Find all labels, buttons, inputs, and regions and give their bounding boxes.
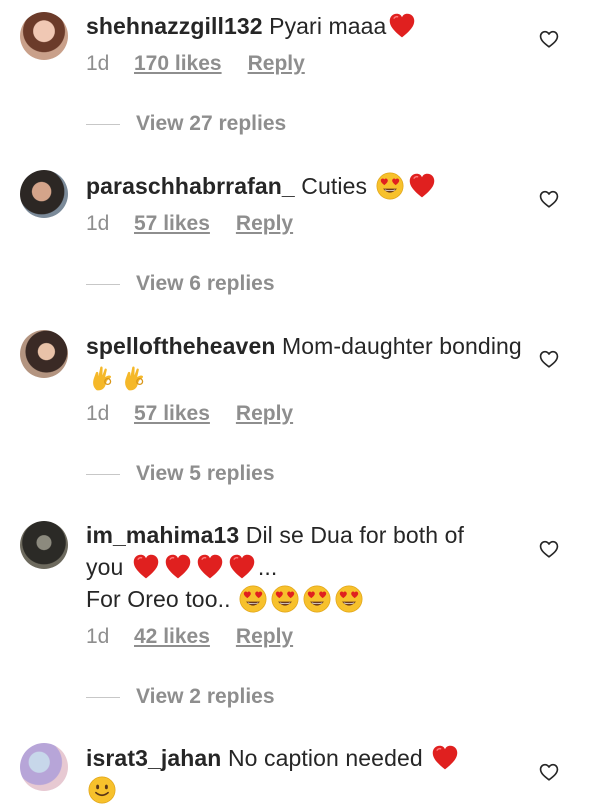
comment-time: 1d — [86, 625, 110, 648]
comment-meta: 1d 57 likes Reply — [86, 212, 293, 236]
heart-eyes-emoji — [239, 585, 267, 613]
comment-meta: 1d 57 likes Reply — [86, 402, 293, 426]
likes-link[interactable]: 57 likes — [134, 212, 210, 236]
heart-outline-icon[interactable] — [538, 761, 560, 783]
view-replies-label: View 6 replies — [136, 272, 275, 295]
reply-button[interactable]: Reply — [236, 402, 293, 426]
ok-hand-emoji — [120, 364, 148, 392]
heart-outline-icon[interactable] — [538, 28, 560, 50]
heart-outline-icon[interactable] — [538, 348, 560, 370]
red-heart-emoji — [132, 553, 160, 581]
reply-button[interactable]: Reply — [248, 52, 305, 76]
divider-line — [86, 123, 120, 125]
comment-body: Cuties — [301, 173, 368, 199]
red-heart-emoji — [408, 172, 436, 200]
view-replies-button[interactable]: View 27 replies — [86, 112, 286, 136]
comment-text: im_mahima13 Dil se Dua for both of you .… — [86, 519, 526, 615]
comment-body: No caption needed — [227, 745, 423, 771]
view-replies-button[interactable]: View 5 replies — [86, 462, 275, 486]
comment-meta: 1d 42 likes Reply — [86, 625, 293, 649]
avatar[interactable] — [20, 330, 68, 378]
comment-username[interactable]: spelloftheheaven — [86, 333, 276, 359]
heart-eyes-emoji — [376, 172, 404, 200]
avatar[interactable] — [20, 170, 68, 218]
view-replies-label: View 27 replies — [136, 112, 287, 135]
comment-body: Mom-daughter bonding — [282, 333, 522, 359]
likes-link[interactable]: 170 likes — [134, 52, 222, 76]
heart-eyes-emoji — [271, 585, 299, 613]
heart-eyes-emoji — [303, 585, 331, 613]
heart-outline-icon[interactable] — [538, 538, 560, 560]
comment-username[interactable]: israt3_jahan — [86, 745, 221, 771]
comment-meta: 1d 170 likes Reply — [86, 52, 305, 76]
heart-eyes-emoji — [335, 585, 363, 613]
reply-button[interactable]: Reply — [236, 625, 293, 649]
comment-time: 1d — [86, 212, 110, 235]
comment-body: ... — [257, 554, 278, 580]
comment-text: israt3_jahan No caption needed — [86, 742, 526, 806]
view-replies-label: View 2 replies — [136, 685, 275, 708]
divider-line — [86, 473, 120, 475]
avatar[interactable] — [20, 12, 68, 60]
red-heart-emoji — [431, 744, 459, 772]
avatar[interactable] — [20, 521, 68, 569]
likes-link[interactable]: 42 likes — [134, 625, 210, 649]
ok-hand-emoji — [88, 364, 116, 392]
comment-body: Pyari maaa — [269, 13, 387, 39]
comment-username[interactable]: shehnazzgill132 — [86, 13, 263, 39]
comment-body: For Oreo too.. — [86, 586, 231, 612]
view-replies-label: View 5 replies — [136, 462, 275, 485]
red-heart-emoji — [228, 553, 256, 581]
red-heart-emoji — [164, 553, 192, 581]
comment-username[interactable]: paraschhabrrafan_ — [86, 173, 295, 199]
view-replies-button[interactable]: View 6 replies — [86, 272, 275, 296]
heart-outline-icon[interactable] — [538, 188, 560, 210]
comment-time: 1d — [86, 402, 110, 425]
comment-body: you — [86, 554, 124, 580]
comment-text: shehnazzgill132 Pyari maaa — [86, 10, 526, 42]
comment-text: paraschhabrrafan_ Cuties — [86, 170, 526, 202]
likes-link[interactable]: 57 likes — [134, 402, 210, 426]
comment-body: Dil se Dua for both of — [245, 522, 465, 548]
red-heart-emoji — [196, 553, 224, 581]
red-heart-emoji — [388, 12, 416, 40]
avatar[interactable] — [20, 743, 68, 791]
comment-text: spelloftheheaven Mom-daughter bonding — [86, 330, 526, 394]
view-replies-button[interactable]: View 2 replies — [86, 685, 275, 709]
comment-time: 1d — [86, 52, 110, 75]
comment-username[interactable]: im_mahima13 — [86, 522, 239, 548]
divider-line — [86, 283, 120, 285]
reply-button[interactable]: Reply — [236, 212, 293, 236]
divider-line — [86, 696, 120, 698]
